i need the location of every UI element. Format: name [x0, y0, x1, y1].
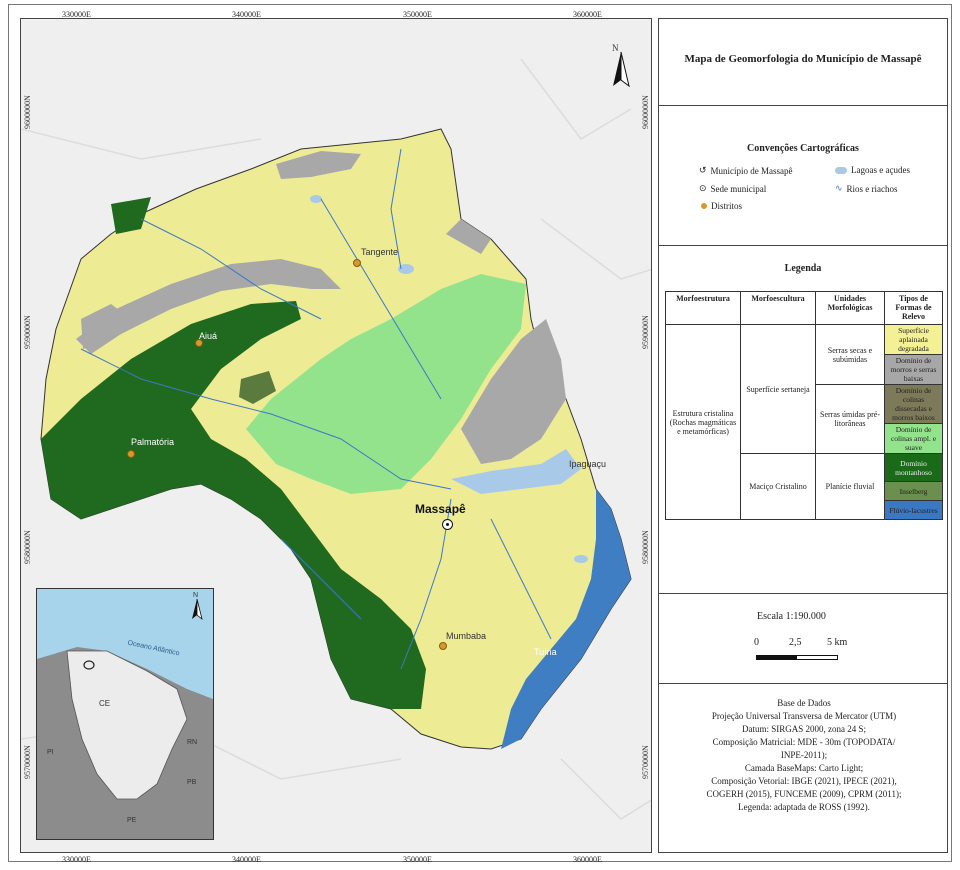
legend-header: Morfoestrutura — [665, 291, 741, 325]
place-aiua: Aiuá — [199, 331, 218, 341]
inset-state-rn: RN — [187, 739, 198, 746]
credits: Base de Dados Projeção Universal Transve… — [665, 697, 943, 814]
legend-unidade: Serras úmidas pré-litorâneas — [815, 384, 885, 454]
legend-header: Morfoescultura — [740, 291, 816, 325]
side-panel: Mapa de Geomorfologia do Município de Ma… — [658, 18, 948, 853]
legend-morfoescultura: Maciço Cristalino — [740, 453, 816, 520]
y-tick-left: 9580000N — [23, 530, 32, 564]
credit-line: Composição Vetorial: IBGE (2021), IPECE … — [711, 776, 897, 786]
x-tick-bottom: 330000E — [62, 855, 91, 864]
y-tick-left: 9590000N — [23, 315, 32, 349]
credit-line: Composição Matricial: MDE - 30m (TOPODAT… — [712, 737, 896, 747]
credit-line: Legenda: adaptada de ROSS (1992). — [738, 802, 870, 812]
map-title: Mapa de Geomorfologia do Município de Ma… — [684, 53, 922, 65]
x-tick-bottom: 360000E — [573, 855, 602, 864]
legend-morfoescultura: Superfície sertaneja — [740, 324, 816, 454]
legend-table: Morfoestrutura Morfoescultura Unidades M… — [665, 291, 943, 520]
legend-unidade: Planície fluvial — [815, 453, 885, 520]
convention-distritos: Distritos — [701, 201, 742, 211]
district-icon — [701, 203, 707, 209]
district-marker — [127, 450, 135, 458]
convention-rios: ∿ Rios e riachos — [835, 183, 898, 194]
legend-type-swatch: Domínio de colinas ampl. e suave — [884, 423, 943, 454]
credit-line: Datum: SIRGAS 2000, zona 24 S; — [741, 724, 866, 734]
north-arrow-icon — [613, 51, 630, 88]
lake-icon — [835, 166, 847, 174]
north-label: N — [612, 43, 619, 53]
legend-type-swatch: Domínio de colinas dissecadas e morros b… — [884, 384, 943, 424]
scale-label: 5 km — [827, 637, 848, 648]
conventions-title: Convenções Cartográficas — [747, 143, 859, 154]
seat-icon: ⊙ — [699, 183, 707, 193]
inset-state-pi: PI — [47, 749, 54, 756]
legend-header: Tipos de Formas de Relevo — [884, 291, 943, 325]
inset-locator-map: Oceano Atlântico CE PI RN PB PE N — [36, 588, 214, 840]
legend-type-swatch: Flúvio-lacustres — [884, 500, 943, 520]
district-marker — [353, 259, 361, 267]
legend-morfoestrutura: Estrutura cristalina (Rochas magmáticas … — [665, 324, 741, 520]
legend-type-swatch: Superfície aplainada degradada — [884, 324, 943, 355]
seat-marker — [442, 519, 453, 530]
x-tick-bottom: 340000E — [232, 855, 261, 864]
inset-state-pb: PB — [187, 779, 197, 786]
credit-line: Camada BaseMaps: Carto Light; — [744, 763, 864, 773]
y-tick-left: 9570000N — [23, 745, 32, 779]
scale-bar — [756, 655, 838, 660]
district-marker — [439, 642, 447, 650]
y-tick-left: 9600000N — [23, 95, 32, 129]
river-icon: ∿ — [835, 183, 843, 193]
credit-line: INPE-2011); — [780, 750, 828, 760]
place-ipaguacu: Ipaguaçu — [569, 459, 607, 469]
credit-line: Projeção Universal Transversa de Mercato… — [711, 711, 897, 721]
place-palmatoria: Palmatória — [131, 437, 175, 447]
y-tick-right: 9600000N — [641, 95, 650, 129]
place-tangente: Tangente — [361, 247, 399, 257]
legend-type-swatch: Domínio de morros e serras baixas — [884, 354, 943, 385]
convention-sede: ⊙ Sede municipal — [699, 183, 767, 194]
y-tick-right: 9580000N — [641, 530, 650, 564]
legend-type-swatch: Domínio montanhoso — [884, 453, 943, 482]
credit-line: COGERH (2015), FUNCEME (2009), CPRM (201… — [706, 789, 902, 799]
scale-label: 2,5 — [789, 637, 802, 648]
legend-unidade: Serras secas e subúmidas — [815, 324, 885, 385]
inset-state-pe: PE — [127, 817, 137, 824]
convention-municipio: ↺ Município de Massapê — [699, 165, 793, 176]
inset-state-ce: CE — [99, 699, 111, 708]
legend-type-swatch: Inselberg — [884, 481, 943, 501]
boundary-icon: ↺ — [699, 165, 707, 175]
y-tick-right: 9590000N — [641, 315, 650, 349]
convention-lagoas: Lagoas e açudes — [835, 165, 910, 175]
scale-label: 0 — [754, 637, 759, 648]
credit-line: Base de Dados — [777, 698, 831, 708]
x-tick-bottom: 350000E — [403, 855, 432, 864]
scale-title: Escala 1:190.000 — [757, 611, 826, 622]
legend-header: Unidades Morfológicas — [815, 291, 885, 325]
inset-north-label: N — [193, 592, 199, 599]
place-mumbaba: Mumbaba — [446, 631, 487, 641]
place-tuina: Tuína — [534, 647, 557, 657]
legend-title: Legenda — [784, 263, 822, 274]
place-massape: Massapê — [415, 502, 466, 516]
y-tick-right: 9570000N — [641, 745, 650, 779]
